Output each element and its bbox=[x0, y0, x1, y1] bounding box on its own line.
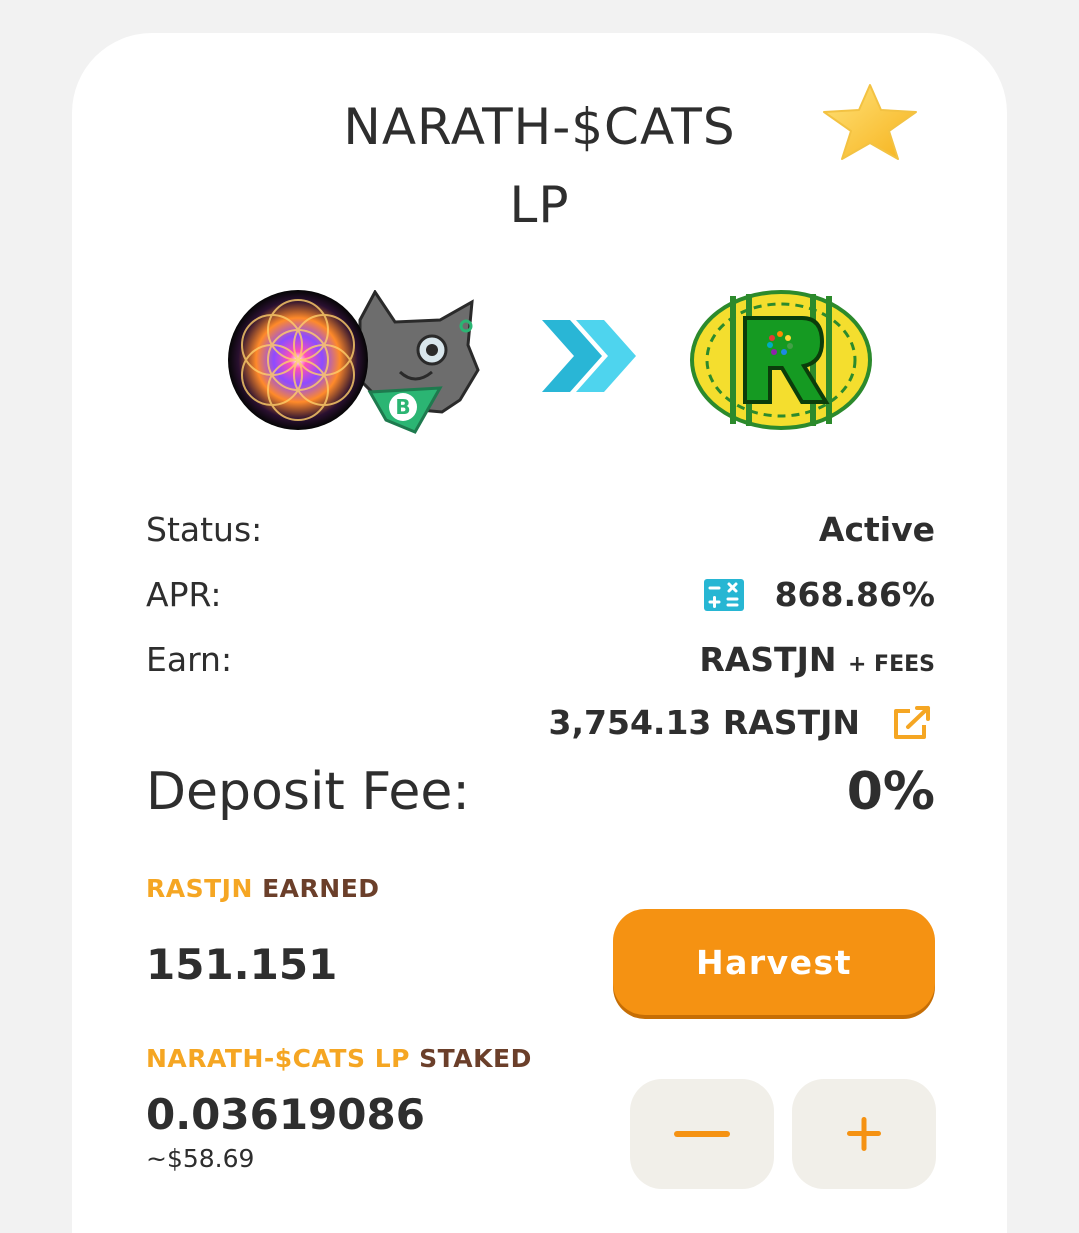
status-value: Active bbox=[818, 510, 935, 549]
total-rewards-row: 3,754.13 RASTJN bbox=[549, 703, 932, 742]
double-chevron-right-icon bbox=[542, 320, 636, 392]
total-rewards-value: 3,754.13 RASTJN bbox=[548, 703, 860, 742]
apr-value: 868.86% bbox=[774, 575, 935, 614]
staked-usd-value: ~$58.69 bbox=[146, 1144, 255, 1173]
harvest-button[interactable]: Harvest bbox=[613, 909, 935, 1015]
staked-label: NARATH-$CATS LP STAKED bbox=[146, 1044, 532, 1073]
earned-suffix-label: EARNED bbox=[262, 874, 380, 903]
earn-token: RASTJN bbox=[699, 640, 837, 679]
earn-fees: + FEES bbox=[847, 652, 935, 677]
earn-value: RASTJN + FEES bbox=[699, 640, 935, 679]
deposit-fee-value: 0% bbox=[846, 762, 935, 822]
apr-row: 868.86% bbox=[703, 575, 935, 614]
status-label: Status: bbox=[146, 510, 263, 549]
external-link-icon[interactable] bbox=[890, 705, 932, 741]
plus-icon bbox=[847, 1117, 881, 1151]
minus-icon bbox=[674, 1131, 730, 1137]
earn-label: Earn: bbox=[146, 640, 233, 679]
apr-label: APR: bbox=[146, 575, 222, 614]
unstake-button[interactable] bbox=[630, 1079, 774, 1189]
svg-text:B: B bbox=[395, 395, 410, 419]
staked-suffix-label: STAKED bbox=[419, 1044, 532, 1073]
earned-amount: 151.151 bbox=[146, 940, 338, 989]
calculator-icon[interactable] bbox=[703, 578, 745, 612]
star-icon[interactable] bbox=[818, 82, 922, 162]
farm-title-suffix: LP bbox=[509, 176, 570, 234]
staked-token-label: NARATH-$CATS LP bbox=[146, 1044, 410, 1073]
earned-label: RASTJN EARNED bbox=[146, 874, 380, 903]
narath-cats-lp-token-icon: B bbox=[228, 290, 480, 434]
rastjn-token-icon bbox=[690, 290, 872, 430]
earned-token-label: RASTJN bbox=[146, 874, 253, 903]
stake-button[interactable] bbox=[792, 1079, 936, 1189]
staked-amount: 0.03619086 bbox=[146, 1090, 425, 1139]
deposit-fee-label: Deposit Fee: bbox=[146, 762, 470, 822]
